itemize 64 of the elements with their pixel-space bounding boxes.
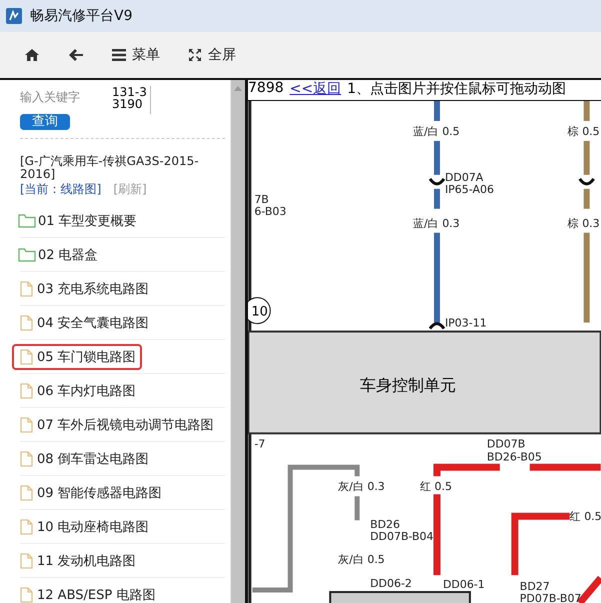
file-icon — [20, 586, 33, 602]
wire-label: DD07B-B04 — [370, 530, 434, 544]
tree-item[interactable]: 04 安全气囊电路图 — [12, 310, 155, 336]
file-icon — [20, 416, 33, 432]
tree-item[interactable]: 11 发动机电路图 — [12, 548, 142, 574]
wire-label: 灰/白 0.3 — [338, 480, 385, 494]
code-text: 131-33190 — [112, 86, 151, 114]
home-icon — [24, 48, 40, 62]
window-title: 畅易汽修平台V9 — [30, 7, 132, 25]
wire-label: 红 0.5 — [420, 480, 452, 494]
wire-label: DD06-2 — [370, 577, 412, 590]
wire-label: BD27 — [520, 580, 550, 594]
tree-item[interactable]: 01 车型变更概要 — [10, 208, 143, 234]
expand-icon — [188, 48, 202, 62]
hint-text: 1、点击图片并按住鼠标可拖动动图 — [347, 80, 566, 99]
wire-label: 7B — [254, 192, 269, 206]
wire-label: IP65-A06 — [444, 182, 494, 196]
tree-item[interactable]: 08 倒车雷达电路图 — [12, 446, 155, 472]
tree-item[interactable]: 10 电动座椅电路图 — [12, 514, 155, 540]
connector-number: 10 — [251, 304, 268, 320]
folder-icon — [18, 214, 36, 228]
back-arrow-icon — [68, 48, 84, 62]
folder-icon — [18, 248, 36, 262]
vehicle-name: [G-广汽乘用车-传祺GA3S-2015-2016] — [20, 155, 200, 181]
file-icon — [20, 484, 33, 500]
file-icon — [20, 348, 33, 364]
wire-label: DD07B — [486, 437, 526, 450]
wire-label: 棕 0.5 — [568, 124, 600, 138]
app-icon — [6, 8, 22, 24]
tree-item[interactable]: 12 ABS/ESP 电路图 — [12, 582, 162, 603]
menu-icon — [112, 49, 126, 61]
tree-item[interactable]: 03 充电系统电路图 — [12, 276, 155, 302]
menu-button[interactable]: 菜单 — [104, 42, 168, 68]
wire-label: DD06-1 — [442, 578, 485, 592]
wire-label: PD07B-B07 — [520, 592, 582, 603]
file-icon — [20, 518, 33, 534]
tree-item[interactable]: 09 智能传感器电路图 — [12, 480, 168, 506]
wire-label: DD07A — [444, 170, 484, 184]
module-label: 车身控制单元 — [360, 375, 456, 394]
file-icon — [20, 552, 33, 568]
tree-item[interactable]: 07 车外后视镜电动调节电路图 — [12, 412, 220, 438]
wire-label: BD26 — [370, 518, 400, 532]
file-icon — [20, 450, 33, 466]
file-icon — [20, 280, 33, 296]
wire-label: BD26-B05 — [486, 450, 542, 464]
wire-label: -7 — [254, 437, 266, 450]
wire-label: IP03-11 — [444, 316, 487, 330]
fullscreen-button[interactable]: 全屏 — [180, 42, 244, 68]
wire-label: 红 0.5 — [570, 510, 601, 524]
wire-label: 蓝/白 0.3 — [413, 216, 460, 230]
code-text: 7898 — [248, 80, 284, 98]
wire-label: 棕 0.3 — [568, 216, 600, 230]
current-link[interactable]: [当前：线路图] — [20, 181, 102, 198]
tree-item[interactable]: 05 车门锁电路图 — [12, 344, 142, 370]
file-icon — [20, 382, 33, 398]
query-button[interactable]: 查询 — [20, 114, 70, 130]
scrollbar[interactable] — [230, 80, 245, 603]
file-icon — [20, 314, 33, 330]
tree-item[interactable]: 02 电器盒 — [10, 242, 104, 268]
wire-label: 灰/白 0.5 — [338, 553, 385, 566]
tree-item[interactable]: 06 车内灯电路图 — [12, 378, 142, 404]
wire-label: 6-B03 — [254, 204, 286, 218]
wire-label: 蓝/白 0.5 — [413, 124, 460, 138]
back-link[interactable]: <<返回 — [290, 80, 342, 100]
